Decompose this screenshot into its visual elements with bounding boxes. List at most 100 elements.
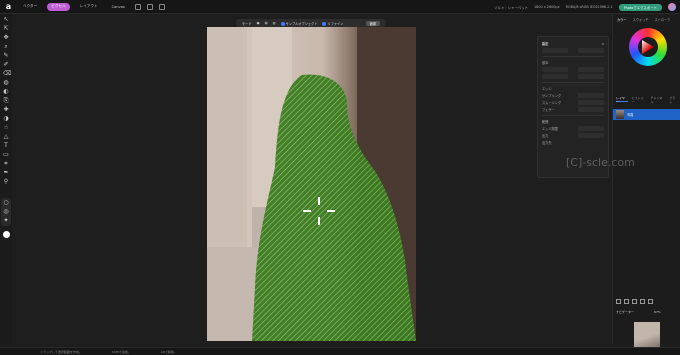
dodge-tool-icon[interactable]: ◑	[3, 116, 9, 122]
section-refine: エッジ	[542, 87, 552, 91]
new-selection-icon[interactable]: ▣	[257, 21, 260, 25]
heal-tool-icon[interactable]: ✚	[3, 107, 9, 113]
divider	[542, 56, 604, 57]
output-field[interactable]	[578, 133, 604, 138]
primary-color-swatch[interactable]	[2, 231, 10, 238]
color-wheel[interactable]	[629, 28, 667, 66]
window-icon[interactable]	[158, 3, 165, 10]
pen-tool-icon[interactable]: ✒	[3, 170, 9, 176]
persona-pixel-label: ピクセル	[51, 4, 66, 8]
layer-tabs: レイヤー ヒストリー チャンネル ブラシ	[613, 96, 680, 104]
color-tabs: カラー スウォッチ ストローク	[613, 14, 680, 25]
photo-with-selection	[207, 27, 416, 341]
tab-layers[interactable]: レイヤー	[616, 96, 628, 104]
tool-options-group: ○ ◎ ✦	[1, 198, 11, 226]
move-tool-icon[interactable]: ↖	[3, 17, 9, 23]
subtract-selection-icon[interactable]: ▥	[273, 21, 276, 25]
layer-actions	[616, 299, 653, 304]
feather-label: フェザー	[542, 108, 555, 112]
persona-pixel[interactable]: ピクセル	[47, 2, 70, 11]
context-toolbar: モード ▣ ▤ ▥ サンプルオブジェクト リファイン 適用	[236, 19, 386, 27]
document-size: 1800 x 2600px	[534, 5, 560, 9]
basic-field-4[interactable]	[578, 74, 604, 79]
selection-brush-icon[interactable]: ✎	[3, 53, 9, 59]
fx-icon[interactable]	[640, 299, 645, 304]
divider	[542, 115, 604, 116]
tab-swatches[interactable]: スウォッチ	[633, 17, 649, 22]
smoothing-label: スムージング	[542, 101, 562, 105]
document-name: ソルト・シャーベット	[494, 5, 529, 10]
refine-toggle[interactable]: リファイン	[322, 21, 343, 26]
mode-label: モード	[242, 21, 252, 26]
node-tool-icon[interactable]: ⇱	[3, 26, 9, 32]
sample-objects-checkbox[interactable]	[280, 21, 285, 26]
tab-channels[interactable]: チャンネル	[651, 96, 666, 104]
watermark: [C]-scle.com	[566, 156, 635, 169]
persona-layout[interactable]: レイアウト	[76, 3, 102, 11]
navigator-title[interactable]: ナビゲーター	[616, 310, 634, 314]
section-basic: 基本	[542, 61, 549, 65]
mask-icon[interactable]	[624, 299, 629, 304]
color-profile: RGBA/8 sRGB IEC61966-2.1	[565, 5, 613, 9]
shape-tool-icon[interactable]: ▭	[3, 152, 9, 158]
tab-history[interactable]: ヒストリー	[632, 96, 647, 104]
basic-field-2[interactable]	[578, 67, 604, 72]
sharpen-tool-icon[interactable]: △	[3, 134, 9, 140]
apply-button[interactable]: 適用	[365, 20, 380, 26]
panel-menu-icon[interactable]: ≡	[601, 42, 604, 46]
adjustment-icon[interactable]	[632, 299, 637, 304]
top-bar: a ベクター ピクセル レイアウト Canvas ソルト・シャーベット 1800…	[0, 0, 680, 14]
picker-tool-icon[interactable]: ⚲	[3, 179, 9, 185]
document-canvas[interactable]	[207, 27, 416, 341]
basic-field-3[interactable]	[542, 74, 568, 79]
basic-field-1[interactable]	[542, 67, 568, 72]
persona-vector[interactable]: ベクター	[19, 3, 41, 11]
app-logo[interactable]: a	[4, 2, 13, 11]
brush-tool-icon[interactable]: ✐	[3, 62, 9, 68]
feather-field[interactable]	[578, 107, 604, 112]
gradient-tool-icon[interactable]: ◐	[3, 89, 9, 95]
studio-panel: カラー スウォッチ ストローク レイヤー ヒストリー チャンネル ブラシ 写真 …	[612, 14, 680, 355]
text-tool-icon[interactable]: T	[3, 143, 9, 149]
divider	[542, 82, 604, 83]
fill-tool-icon[interactable]: ◍	[3, 80, 9, 86]
add-layer-icon[interactable]	[616, 299, 621, 304]
mode-field-2[interactable]	[578, 48, 604, 53]
sampling-field[interactable]	[578, 93, 604, 98]
avatar[interactable]	[668, 3, 676, 11]
persona-canvas[interactable]: Canvas	[108, 3, 129, 11]
smudge-tool-icon[interactable]: ☝	[3, 125, 9, 131]
arrange-icon[interactable]	[146, 3, 153, 10]
circle-select-icon[interactable]: ◎	[3, 209, 9, 215]
layer-row-selected[interactable]: 写真	[613, 109, 680, 120]
status-hint-3: Altで削除。	[160, 349, 177, 354]
more-icon[interactable]	[134, 3, 141, 10]
section-detect: 範囲	[542, 120, 549, 124]
tab-color[interactable]: カラー	[617, 17, 627, 22]
magic-select-icon[interactable]: ✦	[3, 218, 9, 224]
tab-stroke[interactable]: ストローク	[655, 17, 671, 22]
crop-tool-icon[interactable]: ⌗	[3, 161, 9, 167]
add-selection-icon[interactable]: ▤	[265, 21, 268, 25]
clone-tool-icon[interactable]: ⎘	[3, 98, 9, 104]
record-icon[interactable]: ○	[3, 200, 9, 206]
section-output: 出力	[542, 134, 549, 138]
edge-adjust-field[interactable]	[578, 126, 604, 131]
eraser-tool-icon[interactable]: ⌫	[3, 71, 11, 77]
refine-checkbox[interactable]	[322, 21, 327, 26]
view-tool-icon[interactable]: ✥	[3, 35, 9, 41]
mode-field[interactable]	[542, 48, 568, 53]
export-button[interactable]: Photoでエクスポート	[618, 3, 662, 11]
zoom-tool-icon[interactable]: ⌕	[3, 44, 9, 50]
sample-objects-label: サンプルオブジェクト	[285, 21, 318, 26]
sample-objects-toggle[interactable]: サンプルオブジェクト	[280, 21, 318, 26]
tools-panel: ↖ ⇱ ✥ ⌕ ✎ ✐ ⌫ ◍ ◐ ⎘ ✚ ◑ ☝ △ T ▭ ⌗ ✒ ⚲ ○ …	[0, 14, 12, 344]
delete-layer-icon[interactable]	[648, 299, 653, 304]
navigator-zoom[interactable]: 67%	[654, 310, 661, 314]
sampling-label: サンプリング	[542, 94, 562, 98]
smoothing-field[interactable]	[578, 100, 604, 105]
status-hint-2: Shiftで追加。	[111, 349, 131, 354]
persona-vector-label: ベクター	[23, 4, 38, 8]
output-target-label: 出力先	[542, 141, 552, 145]
tab-brushes[interactable]: ブラシ	[669, 96, 678, 104]
